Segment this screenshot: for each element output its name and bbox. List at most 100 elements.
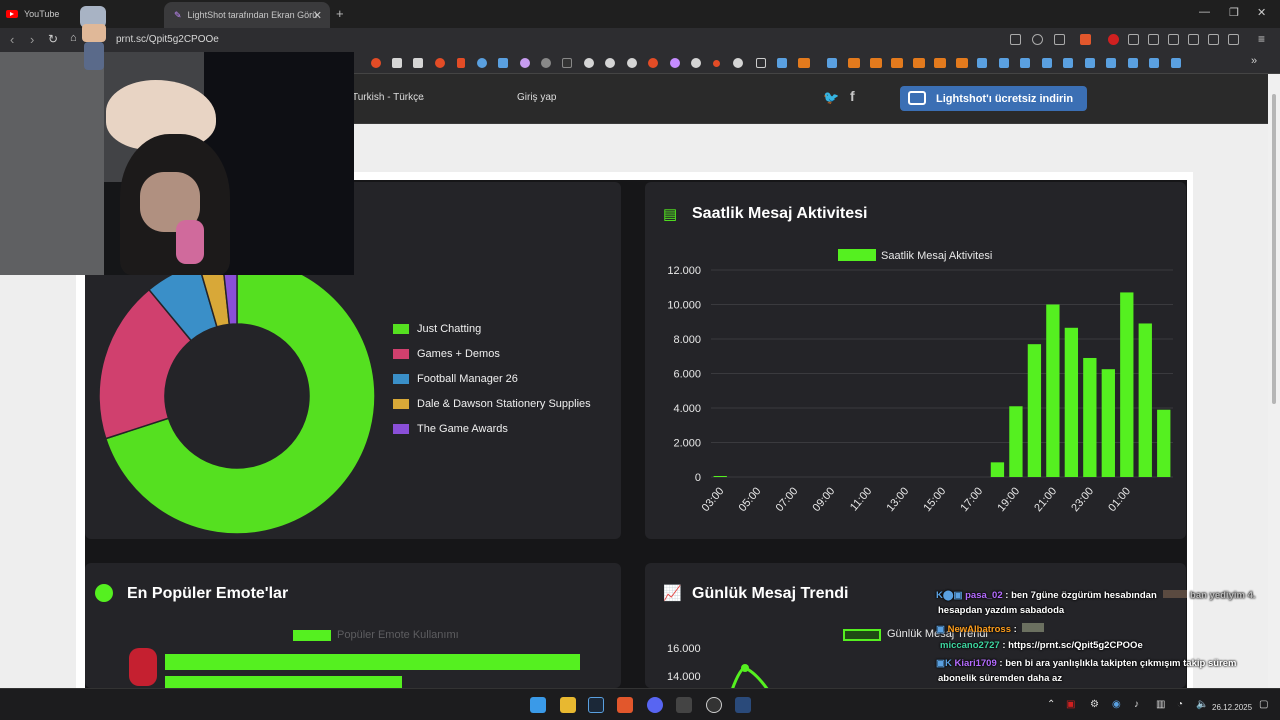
bar[interactable] xyxy=(1101,369,1115,477)
download-button[interactable]: Lightshot'ı ücretsiz indirin xyxy=(900,86,1087,111)
bar[interactable] xyxy=(1083,357,1097,477)
scrollbar-thumb[interactable] xyxy=(1272,94,1276,404)
reddit-bookmark-icon[interactable] xyxy=(371,58,381,68)
steam-bookmark-icon[interactable] xyxy=(1171,58,1181,68)
bookmark-icon[interactable] xyxy=(627,58,637,68)
language-selector[interactable]: Turkish - Türkçe xyxy=(352,92,424,103)
discord-icon[interactable] xyxy=(647,697,663,713)
amazon-bookmark-icon[interactable] xyxy=(413,58,423,68)
file-explorer-icon[interactable] xyxy=(560,697,576,713)
menu-icon[interactable]: ≡ xyxy=(1258,32,1265,46)
legend-item[interactable]: Just Chatting xyxy=(393,323,481,335)
bar[interactable] xyxy=(990,462,1005,477)
network-icon[interactable]: ▥ xyxy=(1156,699,1165,710)
bookmark-icon[interactable] xyxy=(435,58,445,68)
bar[interactable] xyxy=(1027,344,1042,477)
minimize-button[interactable]: — xyxy=(1199,6,1210,18)
bookmark-icon[interactable] xyxy=(891,58,903,68)
app-icon[interactable] xyxy=(676,697,692,713)
obs-icon[interactable] xyxy=(706,697,722,713)
wifi-icon[interactable]: ◔ xyxy=(1177,699,1183,710)
extension-icon[interactable] xyxy=(1128,34,1139,45)
legend-item[interactable]: Football Manager 26 xyxy=(393,373,518,385)
bookmark-icon[interactable] xyxy=(670,58,680,68)
forward-button[interactable]: › xyxy=(30,32,34,47)
kick-bookmark-icon[interactable] xyxy=(562,58,572,68)
bar[interactable] xyxy=(1064,327,1079,477)
legend-item[interactable]: The Game Awards xyxy=(393,423,508,435)
bookmark-icon[interactable] xyxy=(798,58,810,68)
extension-icon[interactable] xyxy=(1148,34,1159,45)
extension-icon[interactable] xyxy=(1168,34,1179,45)
extension-icon[interactable] xyxy=(1188,34,1199,45)
zoom-icon[interactable] xyxy=(1032,34,1043,45)
bookmark-icon[interactable] xyxy=(733,58,743,68)
more-bookmarks-icon[interactable]: » xyxy=(1251,55,1257,67)
bookmark-icon[interactable] xyxy=(520,58,530,68)
folder-bookmark-icon[interactable] xyxy=(756,58,766,68)
bar[interactable] xyxy=(1046,304,1060,478)
steam-bookmark-icon[interactable] xyxy=(1149,58,1159,68)
sidebar-icon[interactable] xyxy=(1228,34,1239,45)
bar[interactable] xyxy=(1157,409,1171,477)
bookmark-icon[interactable] xyxy=(584,58,594,68)
bookmark-icon[interactable] xyxy=(605,58,615,68)
steam-icon[interactable] xyxy=(588,697,604,713)
share-icon[interactable] xyxy=(1054,34,1065,45)
bar[interactable] xyxy=(1138,323,1152,477)
tray-icon[interactable]: ⚙ xyxy=(1090,699,1099,710)
reload-button[interactable]: ↻ xyxy=(48,32,58,46)
steam-tray-icon[interactable]: ◉ xyxy=(1112,699,1121,710)
bookmark-icon[interactable] xyxy=(956,58,968,68)
legend-item[interactable]: Games + Demos xyxy=(393,348,500,360)
bookmark-icon[interactable] xyxy=(870,58,882,68)
steam-bookmark-icon[interactable] xyxy=(827,58,837,68)
bookmark-icon[interactable] xyxy=(498,58,508,68)
tray-icon[interactable]: ▣ xyxy=(1066,699,1075,710)
new-tab-button[interactable]: + xyxy=(336,6,344,21)
bookmark-icon[interactable] xyxy=(477,58,487,68)
extensions-puzzle-icon[interactable] xyxy=(1208,34,1219,45)
bar[interactable] xyxy=(1120,292,1134,477)
close-tab-icon[interactable]: ✕ xyxy=(313,9,322,22)
brave-browser-icon[interactable] xyxy=(617,697,633,713)
login-link[interactable]: Giriş yap xyxy=(517,92,556,103)
legend-item[interactable]: Dale & Dawson Stationery Supplies xyxy=(393,398,591,410)
steam-bookmark-icon[interactable] xyxy=(1042,58,1052,68)
bookmark-icon[interactable] xyxy=(713,60,720,67)
app-icon[interactable] xyxy=(735,697,751,713)
back-button[interactable]: ‹ xyxy=(10,32,14,47)
steam-bookmark-icon[interactable] xyxy=(1020,58,1030,68)
volume-icon[interactable]: 🔈 xyxy=(1196,699,1208,710)
brave-shield-icon[interactable] xyxy=(1080,34,1091,45)
bar[interactable] xyxy=(1009,406,1023,477)
bar[interactable] xyxy=(713,476,727,477)
cast-icon[interactable] xyxy=(1010,34,1021,45)
steam-bookmark-icon[interactable] xyxy=(1085,58,1095,68)
tab-lightshot[interactable]: ✎ LightShot tarafından Ekran Görü ✕ xyxy=(164,2,330,28)
chevron-up-icon[interactable]: ⌃ xyxy=(1047,699,1055,710)
bookmark-icon[interactable] xyxy=(691,58,701,68)
url-field[interactable]: prnt.sc/Qpit5g2CPOOe xyxy=(116,34,219,45)
bookmark-icon[interactable] xyxy=(648,58,658,68)
steam-bookmark-icon[interactable] xyxy=(977,58,987,68)
close-window-button[interactable]: ✕ xyxy=(1257,6,1266,19)
facebook-icon[interactable]: f xyxy=(850,88,855,104)
tray-icon[interactable]: ♪ xyxy=(1134,699,1139,710)
bookmark-icon[interactable] xyxy=(541,58,551,68)
windows-start-icon[interactable] xyxy=(530,697,546,713)
bookmark-icon[interactable] xyxy=(848,58,860,68)
steam-bookmark-icon[interactable] xyxy=(1128,58,1138,68)
bookmark-icon[interactable] xyxy=(392,58,402,68)
steam-bookmark-icon[interactable] xyxy=(1063,58,1073,68)
steam-bookmark-icon[interactable] xyxy=(999,58,1009,68)
bookmark-icon[interactable] xyxy=(934,58,946,68)
maximize-button[interactable]: ❐ xyxy=(1229,6,1239,19)
twitter-icon[interactable]: 🐦 xyxy=(823,90,839,106)
bookmark-icon[interactable] xyxy=(457,58,465,68)
ublock-icon[interactable] xyxy=(1108,34,1119,45)
bookmark-icon[interactable] xyxy=(913,58,925,68)
notification-icon[interactable]: ▢ xyxy=(1259,699,1268,710)
steam-bookmark-icon[interactable] xyxy=(1106,58,1116,68)
steam-bookmark-icon[interactable] xyxy=(777,58,787,68)
